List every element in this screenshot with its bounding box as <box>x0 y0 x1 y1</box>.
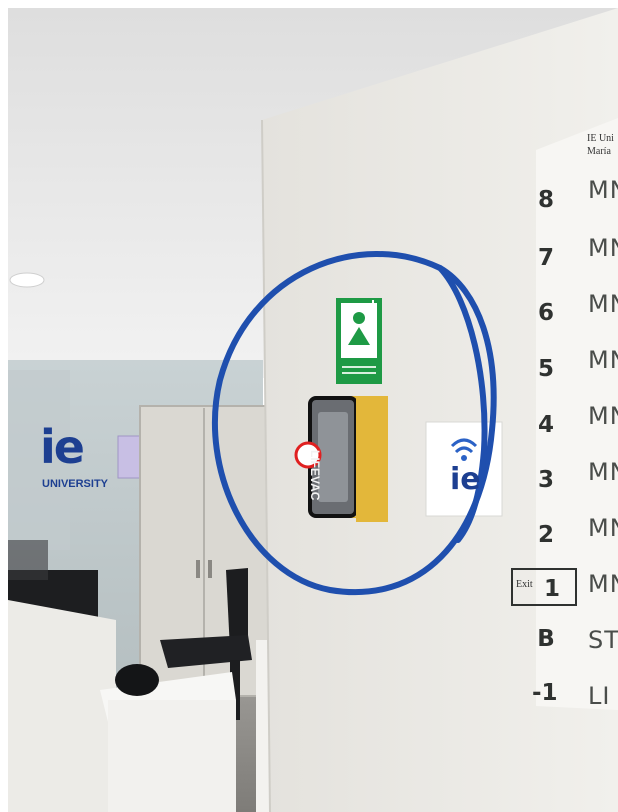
floor-label: MN <box>588 514 618 542</box>
photo-scene <box>8 8 618 812</box>
lifevac-kit-shine <box>318 412 348 502</box>
desk <box>8 600 116 812</box>
cabinet-handle <box>196 560 200 578</box>
sign-caption <box>342 372 376 374</box>
person-icon <box>353 312 365 324</box>
floor-label: MN <box>588 570 618 598</box>
floor-number: 2 <box>537 522 554 548</box>
sign-caption <box>342 366 376 368</box>
floor-label: MN <box>588 346 618 374</box>
floor-number: 8 <box>537 187 554 213</box>
floor-label: MN <box>588 290 618 318</box>
glass-logo-mark: ie <box>40 420 85 474</box>
floor-number: 3 <box>537 467 554 493</box>
exit-label: Exit <box>516 579 533 590</box>
floor-number: 7 <box>537 245 554 271</box>
floor-number: B <box>537 626 555 652</box>
floor-number: 4 <box>537 412 554 438</box>
wall-logo-mark: ie <box>450 462 481 497</box>
floor-number: 6 <box>537 300 554 326</box>
cabinet-handle <box>208 560 212 578</box>
floor-label: ST <box>588 626 618 654</box>
floor-number: 5 <box>537 356 554 382</box>
ceiling-light <box>9 272 45 288</box>
glass-logo-text: UNIVERSITY <box>42 478 109 490</box>
floor-label: LI <box>588 682 611 710</box>
desk-partition <box>8 540 48 580</box>
floor-label: MN <box>588 458 618 486</box>
desk-front <box>108 700 236 812</box>
board-header-line-2: María <box>587 146 611 157</box>
floor-label: MN <box>588 176 618 204</box>
kit-brand-text: LIFEVAC <box>308 450 322 501</box>
floor-number: -1 <box>532 680 558 706</box>
floor-number: 1 <box>543 576 560 602</box>
desk-phone <box>115 664 159 696</box>
plus-icon <box>372 300 374 308</box>
kit-holder-flap <box>356 398 388 522</box>
wifi-icon <box>461 455 467 461</box>
board-header-line-1: IE Uni <box>587 133 614 144</box>
floor-label: MN <box>588 234 618 262</box>
floor-label: MN <box>588 402 618 430</box>
